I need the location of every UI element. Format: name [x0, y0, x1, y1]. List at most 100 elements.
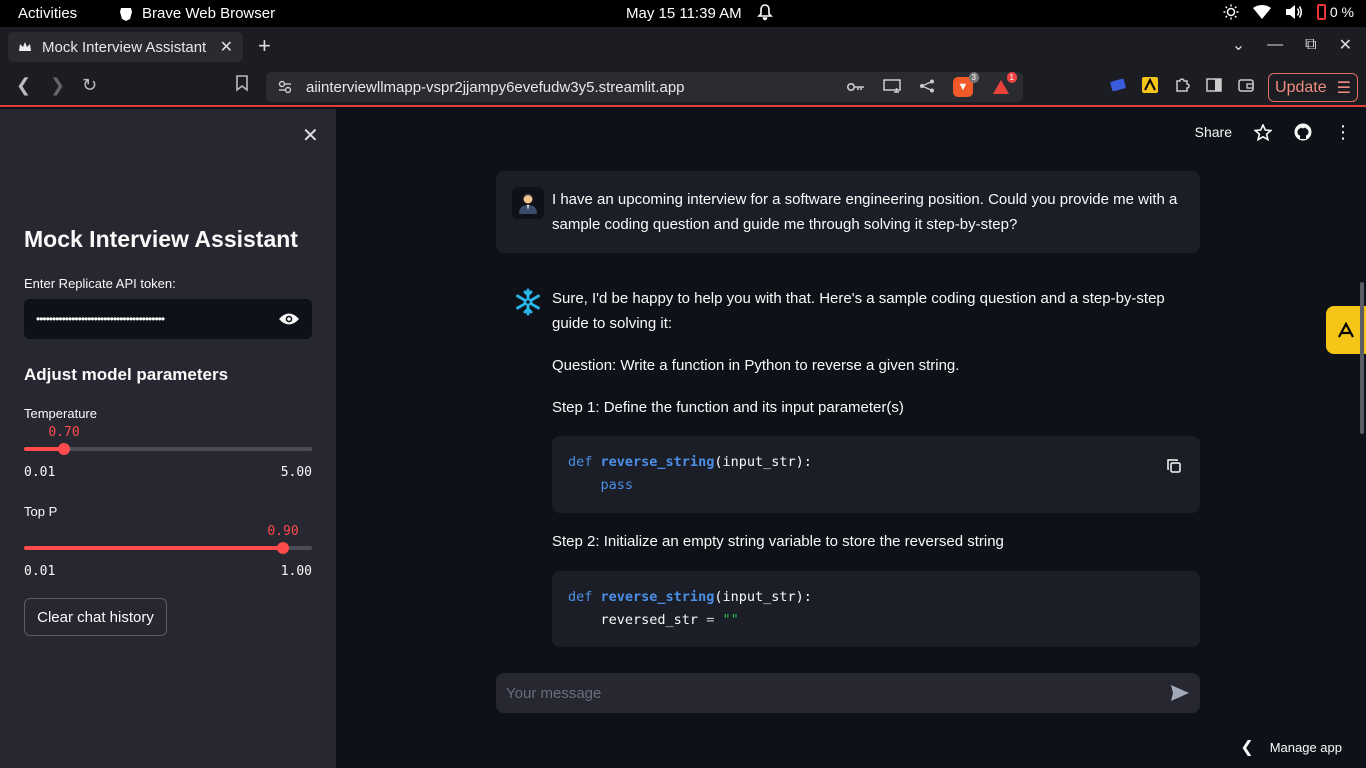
cast-icon[interactable]	[883, 78, 901, 96]
forward-icon[interactable]: ❯	[50, 75, 65, 96]
clock[interactable]: May 15 11:39 AM	[626, 5, 742, 22]
streamlit-header: Share ⋮	[1195, 123, 1352, 141]
code-line: def reverse_string(input_str):	[568, 451, 1184, 474]
url-text[interactable]: aiinterviewllmapp-vspr2jjampy6evefudw3y5…	[306, 79, 847, 96]
question-text: Question: Write a function in Python to …	[552, 357, 960, 374]
code-line: def reverse_string(input_str):	[568, 586, 1184, 609]
star-icon[interactable]	[1254, 123, 1272, 141]
top-p-slider[interactable]: 0.90 0.01 1.00	[24, 524, 312, 579]
temperature-thumb[interactable]	[58, 443, 70, 455]
extensions-puzzle-icon[interactable]	[1174, 77, 1190, 98]
tab-list-chevron-icon[interactable]: ⌄	[1232, 35, 1245, 55]
code-keyword: def	[568, 589, 593, 605]
menu-hamburger-icon: ☰	[1336, 79, 1351, 97]
brave-lion-icon	[120, 7, 132, 21]
send-icon[interactable]	[1170, 684, 1190, 702]
extensions-area	[1110, 77, 1254, 98]
clear-chat-button[interactable]: Clear chat history	[24, 598, 167, 636]
brightness-icon	[1223, 4, 1239, 20]
system-tray[interactable]: 0 %	[1223, 4, 1354, 20]
code-block-2: def reverse_string(input_str): reversed_…	[552, 571, 1200, 647]
os-top-bar: Activities Brave Web Browser May 15 11:3…	[0, 0, 1366, 27]
extension-blue-icon[interactable]	[1110, 78, 1126, 97]
temperature-value: 0.70	[48, 425, 80, 440]
battery-indicator: 0 %	[1316, 4, 1354, 20]
reload-icon[interactable]: ↻	[82, 75, 97, 96]
code-function-name: reverse_string	[600, 589, 715, 605]
app-menu[interactable]: Brave Web Browser	[118, 5, 275, 22]
site-settings-icon[interactable]	[278, 80, 292, 94]
chevron-left-icon: ❮	[1240, 739, 1254, 756]
temperature-min: 0.01	[24, 465, 56, 480]
minimize-button[interactable]: —	[1267, 36, 1283, 54]
show-password-eye-icon[interactable]	[278, 312, 300, 326]
shields-count: 3	[968, 72, 979, 83]
params-title: Adjust model parameters	[24, 365, 229, 384]
step1-text: Step 1: Define the function and its inpu…	[552, 399, 904, 416]
sidebar-toggle-icon[interactable]	[1206, 78, 1222, 97]
code-line: reversed_str = ""	[568, 609, 1184, 632]
browser-toolbar: ❮ ❯ ↻ aiinterviewllmapp-vspr2jjampy6evef…	[0, 67, 1366, 107]
tab-bar: Mock Interview Assistant ✕ + ⌄ — ⧉ ✕	[0, 27, 1366, 67]
streamlit-crown-icon	[19, 42, 31, 51]
main-menu-kebab-icon[interactable]: ⋮	[1334, 123, 1352, 141]
code-block-1: def reverse_string(input_str): pass	[552, 436, 1200, 513]
manage-app-label: Manage app	[1269, 739, 1342, 755]
chat-input-box[interactable]	[496, 673, 1200, 713]
temperature-label: Temperature	[24, 406, 97, 421]
address-bar[interactable]: aiinterviewllmapp-vspr2jjampy6evefudw3y5…	[266, 72, 1023, 102]
person-avatar-icon	[519, 193, 537, 214]
sidebar: ✕ Mock Interview Assistant Enter Replica…	[0, 109, 336, 768]
code-args: (input_str):	[714, 454, 812, 470]
back-icon[interactable]: ❮	[16, 75, 31, 96]
update-button[interactable]: Update ☰	[1268, 73, 1358, 102]
user-message: I have an upcoming interview for a softw…	[496, 171, 1200, 253]
tab-mock-interview[interactable]: Mock Interview Assistant ✕	[8, 32, 243, 62]
extension-yellow-icon[interactable]	[1142, 77, 1158, 98]
assistant-intro: Sure, I'd be happy to help you with that…	[552, 290, 1165, 332]
rewards-count: 1	[1006, 72, 1017, 83]
code-function-name: reverse_string	[600, 454, 715, 470]
brave-shields-icon[interactable]: ▼ 3	[953, 72, 979, 97]
code-line: pass	[568, 474, 1184, 497]
top-p-fill	[24, 546, 283, 550]
close-tab-icon[interactable]: ✕	[220, 37, 233, 57]
code-args: (input_str):	[714, 589, 812, 605]
user-avatar	[512, 187, 544, 219]
update-label: Update	[1275, 78, 1327, 96]
snowflake-icon	[516, 288, 540, 316]
extension-logo-icon	[1338, 322, 1354, 338]
maximize-button[interactable]: ⧉	[1305, 36, 1316, 54]
github-icon[interactable]	[1294, 123, 1312, 141]
main-scrollbar[interactable]	[1360, 282, 1364, 434]
share-button[interactable]: Share	[1195, 124, 1232, 140]
new-tab-button[interactable]: +	[258, 33, 271, 59]
close-sidebar-icon[interactable]: ✕	[302, 123, 319, 148]
step2-text: Step 2: Initialize an empty string varia…	[552, 533, 1004, 550]
code-keyword: def	[568, 454, 593, 470]
token-value[interactable]: ••••••••••••••••••••••••••••••••••••••••	[36, 312, 278, 326]
notification-bell-icon[interactable]	[757, 4, 773, 25]
chat-message-input[interactable]	[506, 684, 1170, 702]
share-icon[interactable]	[919, 79, 935, 96]
manage-app-button[interactable]: ❮ Manage app	[1240, 737, 1342, 757]
wifi-icon	[1252, 5, 1271, 19]
api-token-input[interactable]: ••••••••••••••••••••••••••••••••••••••••	[24, 299, 312, 339]
bookmark-icon[interactable]	[235, 75, 249, 97]
code-operator: =	[706, 612, 715, 628]
close-window-button[interactable]: ✕	[1339, 35, 1352, 55]
brave-rewards-icon[interactable]: 1	[991, 72, 1017, 97]
copy-icon[interactable]	[1166, 458, 1182, 482]
activities-button[interactable]: Activities	[18, 5, 77, 22]
sidebar-title: Mock Interview Assistant	[24, 226, 298, 252]
tab-title: Mock Interview Assistant	[42, 38, 207, 56]
top-p-thumb[interactable]	[277, 542, 289, 554]
temperature-slider[interactable]: 0.70 0.01 5.00	[24, 425, 312, 480]
user-message-text: I have an upcoming interview for a softw…	[552, 191, 1178, 233]
temperature-max: 5.00	[280, 465, 312, 480]
battery-icon	[1316, 4, 1326, 20]
assistant-avatar	[512, 286, 544, 318]
top-p-label: Top P	[24, 504, 58, 519]
key-icon[interactable]	[846, 79, 865, 95]
wallet-icon[interactable]	[1238, 78, 1254, 97]
